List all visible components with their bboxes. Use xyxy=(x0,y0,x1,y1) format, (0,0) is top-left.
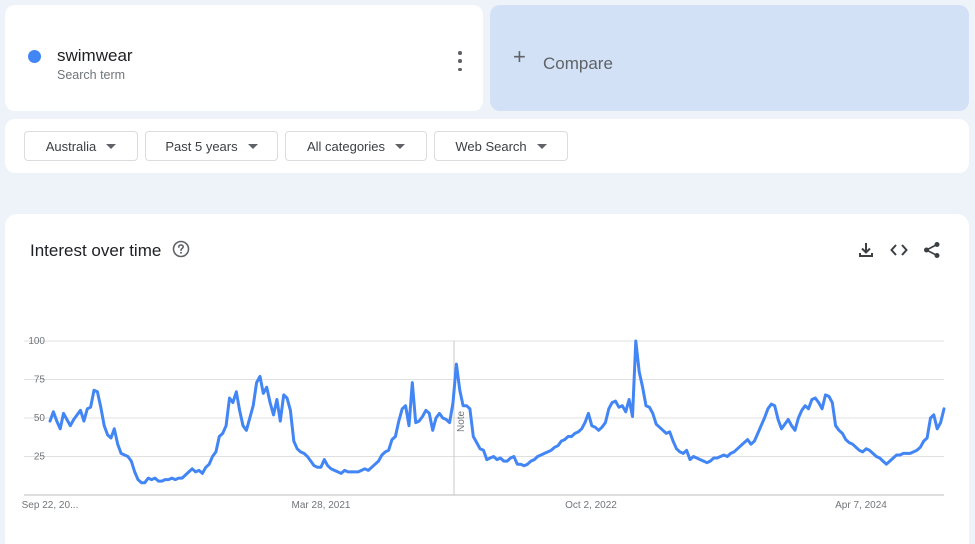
x-tick-label: Oct 2, 2022 xyxy=(565,500,617,511)
note-marker-label: Note xyxy=(456,410,467,432)
y-tick-label: 100 xyxy=(28,336,45,347)
x-tick-label: Sep 22, 20... xyxy=(22,500,79,511)
y-tick-label: 50 xyxy=(34,413,46,424)
y-tick-label: 75 xyxy=(34,375,46,386)
series-line-swimwear xyxy=(48,339,946,485)
x-tick-label: Apr 7, 2024 xyxy=(835,500,887,511)
y-tick-label: 25 xyxy=(34,452,46,463)
x-tick-label: Mar 28, 2021 xyxy=(292,500,351,511)
interest-line-chart: 100 75 50 25 Sep 22, 20... Mar 28, 2021 Oct 2,… xyxy=(22,336,946,511)
